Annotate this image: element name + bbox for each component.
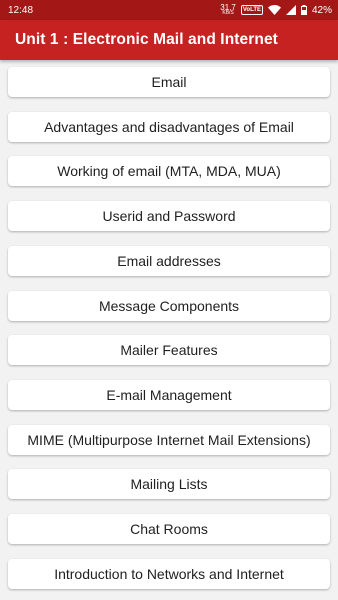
topic-button[interactable]: Mailer Features — [8, 335, 330, 366]
topic-button[interactable]: MIME (Multipurpose Internet Mail Extensi… — [8, 424, 330, 455]
topic-button[interactable]: Introduction to Networks and Internet — [8, 558, 330, 589]
battery-icon — [300, 5, 307, 15]
network-speed-unit: KB/S — [222, 10, 234, 16]
topic-button[interactable]: Email — [8, 67, 330, 97]
topic-button[interactable]: Advantages and disadvantages of Email — [8, 111, 330, 142]
page-title: Unit 1 : Electronic Mail and Internet — [15, 31, 278, 48]
topic-button[interactable]: Userid and Password — [8, 201, 330, 232]
status-bar: 12:48 31.7 KB/S VoLTE 42% — [0, 0, 338, 20]
volte-badge: VoLTE — [240, 5, 263, 15]
app-bar: Unit 1 : Electronic Mail and Internet — [0, 20, 338, 60]
topic-button[interactable]: Message Components — [8, 290, 330, 321]
topic-button[interactable]: Chat Rooms — [8, 514, 330, 544]
wifi-icon — [267, 5, 281, 15]
topic-button[interactable]: Working of email (MTA, MDA, MUA) — [8, 156, 330, 187]
battery-percent: 42% — [311, 4, 332, 16]
cellular-signal-icon — [285, 5, 296, 15]
status-time: 12:48 — [8, 4, 34, 16]
topic-button[interactable]: Mailing Lists — [8, 469, 330, 500]
network-speed: 31.7 KB/S — [220, 4, 236, 16]
status-icons: 31.7 KB/S VoLTE 42% — [220, 4, 332, 16]
topic-button[interactable]: E-mail Management — [8, 379, 330, 410]
topic-button[interactable]: Email addresses — [8, 245, 330, 276]
